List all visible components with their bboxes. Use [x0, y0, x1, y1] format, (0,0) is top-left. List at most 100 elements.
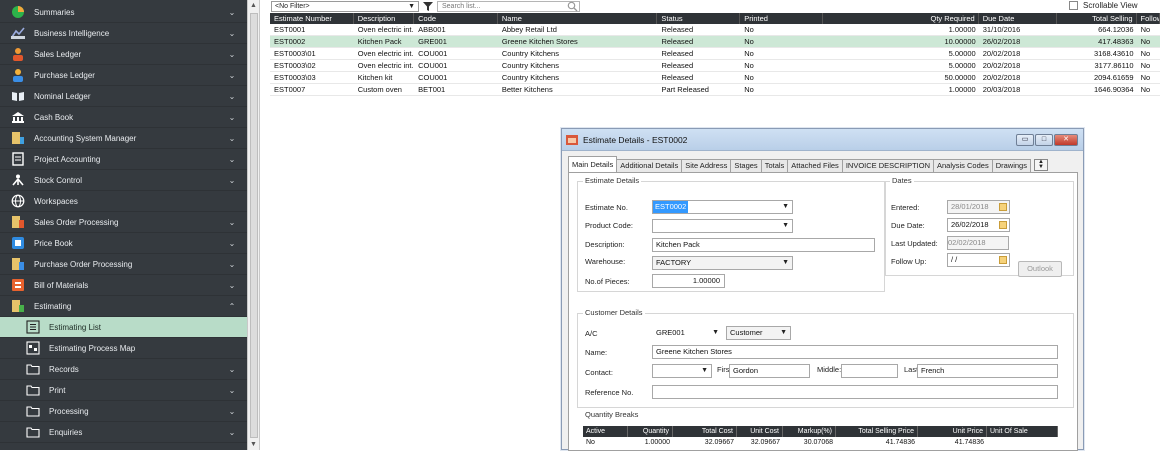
column-header[interactable]: Follow	[1137, 13, 1160, 24]
sidebar-item-project-accounting[interactable]: Project Accounting ⌄	[0, 149, 247, 170]
entered-field[interactable]: 28/01/2018	[947, 200, 1010, 214]
maximize-button[interactable]: □	[1035, 133, 1053, 146]
contact-select[interactable]: ▼	[652, 364, 712, 378]
sidebar-item-sales-ledger[interactable]: Sales Ledger ⌄	[0, 44, 247, 65]
sidebar-item-records[interactable]: Records ⌄	[0, 359, 247, 380]
estimate-no-field[interactable]: EST0002 ▼	[652, 200, 793, 214]
chevron-down-icon[interactable]: ⌄	[227, 92, 237, 101]
chevron-down-icon[interactable]: ⌄	[227, 365, 237, 374]
column-header[interactable]: Unit Of Sale	[987, 426, 1058, 437]
tab-invoice-description[interactable]: INVOICE DESCRIPTION	[841, 159, 934, 172]
tab-additional-details[interactable]: Additional Details	[616, 159, 683, 172]
sidebar-item-processing[interactable]: Processing ⌄	[0, 401, 247, 422]
sidebar-item-business-intelligence[interactable]: Business Intelligence ⌄	[0, 23, 247, 44]
chevron-down-icon[interactable]: ▼	[712, 327, 719, 339]
sidebar-item-workspaces[interactable]: Workspaces	[0, 191, 247, 212]
chevron-down-icon[interactable]: ⌄	[227, 155, 237, 164]
last-name-field[interactable]: French	[917, 364, 1058, 378]
chevron-down-icon[interactable]: ⌄	[227, 71, 237, 80]
pieces-field[interactable]: 1.00000	[652, 274, 725, 288]
table-row[interactable]: EST0003\02 Oven electric int... COU001 Coun…	[270, 60, 1160, 72]
tab-attached-files[interactable]: Attached Files	[787, 159, 843, 172]
column-header[interactable]: Total Selling	[1057, 13, 1137, 24]
search-input[interactable]: Search list...	[437, 1, 580, 12]
tab-main-details[interactable]: Main Details	[568, 156, 618, 172]
tab-scroll-spinner[interactable]: ▲ ▼	[1033, 159, 1048, 171]
ac-select[interactable]: GRE001 ▼	[652, 326, 723, 340]
chevron-down-icon[interactable]: ⌄	[227, 260, 237, 269]
chevron-down-icon[interactable]: ▼	[782, 257, 789, 269]
scrollbar-thumb[interactable]	[250, 13, 258, 438]
column-header[interactable]: Name	[498, 13, 658, 24]
sidebar-scrollbar[interactable]: ▲ ▼	[247, 0, 260, 450]
column-header[interactable]: Active	[583, 426, 628, 437]
sidebar-item-print[interactable]: Print ⌄	[0, 380, 247, 401]
chevron-down-icon[interactable]: ⌄	[227, 428, 237, 437]
chevron-down-icon[interactable]: ⌄	[227, 176, 237, 185]
column-header[interactable]: Total Selling Price	[836, 426, 918, 437]
product-code-field[interactable]: ▼	[652, 219, 793, 233]
tab-stages[interactable]: Stages	[730, 159, 762, 172]
sidebar-item-purchase-order-processing[interactable]: Purchase Order Processing ⌄	[0, 254, 247, 275]
column-header[interactable]: Printed	[740, 13, 823, 24]
sidebar-item-sales-order-processing[interactable]: Sales Order Processing ⌄	[0, 212, 247, 233]
sidebar-item-enquiries[interactable]: Enquiries ⌄	[0, 422, 247, 443]
sidebar-item-estimating[interactable]: Estimating ⌃	[0, 296, 247, 317]
calendar-icon[interactable]	[999, 203, 1007, 211]
tab-analysis-codes[interactable]: Analysis Codes	[933, 159, 993, 172]
scroll-down-arrow-icon[interactable]: ▼	[248, 439, 259, 450]
scrollable-view-checkbox[interactable]	[1069, 1, 1078, 10]
chevron-up-icon[interactable]: ⌃	[227, 302, 237, 311]
sidebar-item-cash-book[interactable]: Cash Book ⌄	[0, 107, 247, 128]
search-icon[interactable]	[567, 1, 578, 12]
column-header[interactable]: Unit Cost	[737, 426, 783, 437]
column-header[interactable]: Quantity	[628, 426, 673, 437]
outlook-button[interactable]: Outlook	[1018, 261, 1062, 277]
sidebar-item-accounting-system-manager[interactable]: Accounting System Manager ⌄	[0, 128, 247, 149]
chevron-down-icon[interactable]: ⌄	[227, 281, 237, 290]
column-header[interactable]: Estimate Number	[270, 13, 354, 24]
sidebar-item-purchase-ledger[interactable]: Purchase Ledger ⌄	[0, 65, 247, 86]
sidebar-item-summaries[interactable]: Summaries ⌄	[0, 2, 247, 23]
column-header[interactable]: Description	[354, 13, 415, 24]
close-button[interactable]: ✕	[1054, 133, 1078, 146]
chevron-down-icon[interactable]: ▼	[782, 220, 789, 232]
tab-totals[interactable]: Totals	[760, 159, 789, 172]
account-type-select[interactable]: Customer ▼	[726, 326, 791, 340]
chevron-down-icon[interactable]: ▼	[701, 365, 708, 377]
table-row[interactable]: EST0003\01 Oven electric int... COU001 Coun…	[270, 48, 1160, 60]
chevron-down-icon[interactable]: ▼	[782, 201, 789, 213]
column-header[interactable]: Total Cost	[673, 426, 737, 437]
scrollable-view-toggle[interactable]: Scrollable View	[1069, 1, 1138, 10]
sidebar-item-estimating-process-map[interactable]: Estimating Process Map	[0, 338, 247, 359]
chevron-down-icon[interactable]: ▼	[780, 327, 787, 339]
sidebar-item-bill-of-materials[interactable]: Bill of Materials ⌄	[0, 275, 247, 296]
chevron-down-icon[interactable]: ⌄	[227, 134, 237, 143]
chevron-down-icon[interactable]: ⌄	[227, 218, 237, 227]
calendar-icon[interactable]	[999, 221, 1007, 229]
chevron-down-icon[interactable]: ⌄	[227, 239, 237, 248]
column-header[interactable]: Unit Price	[918, 426, 987, 437]
column-header[interactable]: Qty Required	[823, 13, 979, 24]
chevron-down-icon[interactable]: ⌄	[227, 50, 237, 59]
column-header[interactable]: Code	[414, 13, 498, 24]
table-row[interactable]: EST0007 Custom oven BET001 Better Kitchens P…	[270, 84, 1160, 96]
first-name-field[interactable]: Gordon	[729, 364, 810, 378]
table-row[interactable]: EST0002 Kitchen Pack GRE001 Greene Kitchen …	[270, 36, 1160, 48]
sidebar-item-price-book[interactable]: Price Book ⌄	[0, 233, 247, 254]
chevron-down-icon[interactable]: ⌄	[227, 29, 237, 38]
sidebar-item-stock-control[interactable]: Stock Control ⌄	[0, 170, 247, 191]
chevron-down-icon[interactable]: ⌄	[227, 407, 237, 416]
tab-site-address[interactable]: Site Address	[681, 159, 732, 172]
filter-select[interactable]: <No Filter> ▼	[271, 1, 419, 12]
column-header[interactable]: Markup(%)	[783, 426, 836, 437]
tab-drawings[interactable]: Drawings	[991, 159, 1031, 172]
due-date-field[interactable]: 26/02/2018	[947, 218, 1010, 232]
follow-up-field[interactable]: / /	[947, 253, 1010, 267]
table-row[interactable]: EST0003\03 Kitchen kit COU001 Country Kitch…	[270, 72, 1160, 84]
reference-field[interactable]	[652, 385, 1058, 399]
scroll-up-arrow-icon[interactable]: ▲	[248, 0, 259, 11]
customer-name-field[interactable]: Greene Kitchen Stores	[652, 345, 1058, 359]
dialog-titlebar[interactable]: Estimate Details - EST0002 ▭ □ ✕	[562, 129, 1083, 151]
column-header[interactable]: Due Date	[979, 13, 1057, 24]
